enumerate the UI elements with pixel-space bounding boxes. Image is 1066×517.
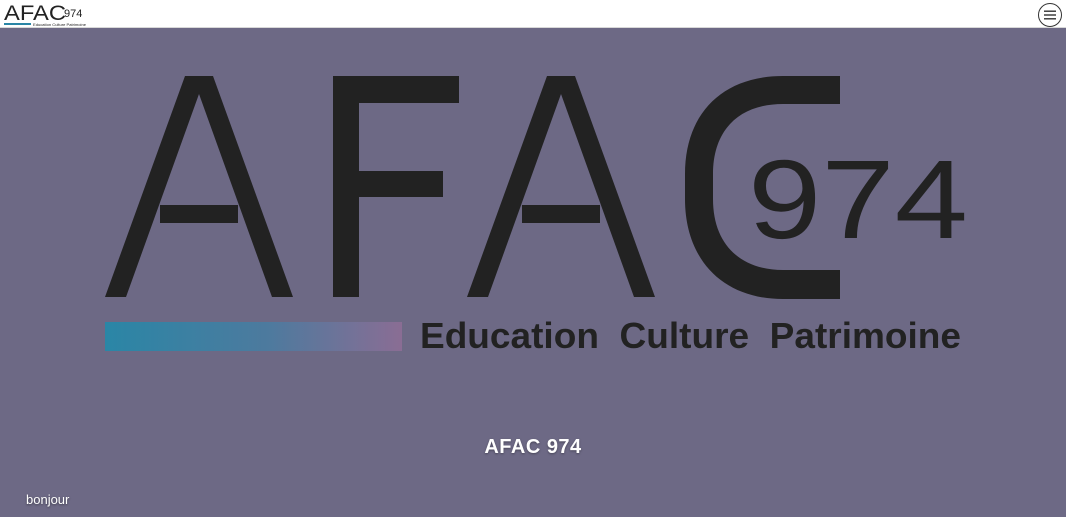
hero-gradient-bar: [105, 322, 402, 351]
menu-button[interactable]: [1038, 3, 1062, 27]
footer-text: bonjour: [26, 492, 70, 507]
top-header: AFAC 974 Education Culture Patrimoine: [0, 0, 1066, 28]
hero-letter-f: [333, 76, 459, 297]
header-logo-bar: [4, 23, 31, 25]
hero-logo-number: 974: [748, 137, 968, 262]
header-logo-main: AFAC: [4, 2, 66, 25]
hero-title: AFAC 974: [484, 436, 582, 458]
header-logo-tagline: Education Culture Patrimoine: [33, 23, 86, 27]
hero-tagline: Education Culture Patrimoine: [420, 315, 961, 356]
header-logo[interactable]: AFAC 974 Education Culture Patrimoine: [4, 1, 88, 27]
hamburger-menu-icon: [1044, 10, 1056, 20]
header-logo-number: 974: [64, 8, 82, 20]
hero-letter-a2: [467, 76, 655, 297]
hero-letter-a1: [105, 76, 293, 297]
hero-logo: 974 Education Culture Patrimoine: [105, 76, 968, 356]
page: AFAC 974 Education Culture Patrimoine 97…: [0, 0, 1066, 517]
